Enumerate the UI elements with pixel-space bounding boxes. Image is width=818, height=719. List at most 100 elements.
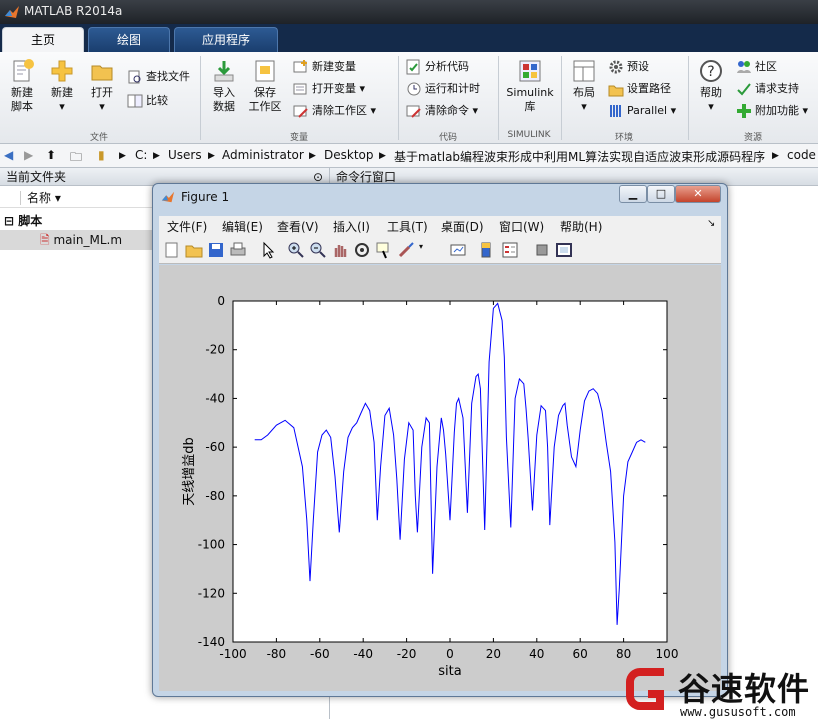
legend-icon[interactable] [501,241,519,259]
matlab-logo-icon [5,6,19,18]
compare-label: 比较 [146,94,168,107]
zoom-out-icon[interactable] [309,241,327,259]
up-folder-icon[interactable]: ⬆ [46,148,56,162]
section-file-label: 文件 [89,133,108,143]
simulink-library-button[interactable]: Simulink 库 [502,58,558,114]
minimize-button[interactable]: ▁ [619,185,647,203]
find-files-button[interactable]: 查找文件 [127,68,190,88]
maximize-button[interactable]: □ [647,185,675,203]
colorbar-icon[interactable] [477,241,495,259]
crumb-users[interactable]: Users [168,148,202,162]
brand-name: 谷速软件 [678,670,811,708]
x-tick-label: 0 [446,647,454,661]
menu-file[interactable]: 文件(F) [167,218,207,235]
clear-workspace-icon [293,105,308,118]
addons-button[interactable]: 附加功能 ▾ [736,102,808,122]
crumb-administrator[interactable]: Administrator [222,148,304,162]
run-and-time-label: 运行和计时 [425,82,480,95]
new-variable-label: 新建变量 [312,60,356,73]
collapse-icon[interactable]: ⊟ [4,214,14,228]
parallel-label: Parallel [627,104,668,117]
community-icon [737,61,751,73]
compare-button[interactable]: 比较 [127,92,168,112]
help-label: 帮助 [700,86,722,99]
y-tick-label: -20 [205,343,225,357]
crumb-project[interactable]: 基于matlab编程波束形成中利用ML算法实现自适应波束形成源码程序 [394,148,765,165]
tab-plots[interactable]: 绘图 [88,27,170,52]
simulink-label1: Simulink [506,86,554,99]
figure-canvas[interactable]: -100 -80 -60 -40 -20 0 20 40 60 80 100 0 -20 -40 -60 -8… [159,265,721,691]
parallel-button[interactable]: Parallel ▾ [608,102,676,122]
crumb-separator: ▶ [119,151,126,161]
new-figure-icon[interactable] [163,241,181,259]
request-support-button[interactable]: 请求支持 [736,80,799,100]
open-variable-button[interactable]: 打开变量 ▾ [293,80,365,100]
file-name: main_ML.m [53,233,123,247]
forward-arrow-icon[interactable]: ▶ [24,148,33,162]
crumb-separator: ▶ [772,151,779,161]
save-icon[interactable] [207,241,225,259]
menu-tools[interactable]: 工具(T) [387,218,428,235]
menu-help[interactable]: 帮助(H) [560,218,602,235]
tab-apps[interactable]: 应用程序 [174,27,278,52]
x-tick-label: 20 [486,647,501,661]
tab-home[interactable]: 主页 [2,27,84,52]
clear-commands-label: 清除命令 [425,104,469,117]
link-plot-icon[interactable] [449,241,467,259]
crumb-desktop[interactable]: Desktop [324,148,374,162]
clear-commands-button[interactable]: 清除命令 ▾ [406,102,478,122]
clear-workspace-button[interactable]: 清除工作区 ▾ [293,102,376,122]
close-button[interactable]: ✕ [675,185,721,203]
rotate-3d-icon[interactable] [353,241,371,259]
zoom-in-icon[interactable] [287,241,305,259]
import-data-button[interactable]: 导入 数据 [206,58,242,114]
y-tick-label: -40 [205,391,225,405]
crumb-separator: ▶ [208,151,215,161]
menu-view[interactable]: 查看(V) [277,218,319,235]
show-plot-tools-icon[interactable] [555,241,573,259]
svg-text:?: ? [707,64,714,80]
browse-folder-icon[interactable]: 🗀 [70,148,82,169]
folder-icon: ▮ [98,148,105,162]
data-cursor-icon[interactable] [375,241,393,259]
community-button[interactable]: 社区 [736,58,777,78]
pan-hand-icon[interactable] [331,241,349,259]
x-tick-label: -40 [353,647,373,661]
new-script-label2: 脚本 [11,100,33,113]
brush-dropdown-icon[interactable]: ▾ [419,242,423,251]
ribbon-divider [398,56,399,140]
gear-icon [609,60,623,74]
set-path-label: 设置路径 [627,82,671,95]
print-icon[interactable] [229,241,247,259]
brush-icon[interactable] [397,241,415,259]
help-button[interactable]: ? 帮助 ▾ [694,58,728,114]
set-path-button[interactable]: 设置路径 [608,80,671,100]
brand-url: www.gususoft.com [680,705,796,719]
menu-edit[interactable]: 编辑(E) [222,218,263,235]
open-button[interactable]: 打开 ▾ [84,58,120,114]
new-button[interactable]: 新建 ▾ [44,58,80,114]
menu-insert[interactable]: 插入(I) [333,218,370,235]
new-variable-button[interactable]: 新建变量 [293,58,356,78]
open-file-icon[interactable] [185,241,203,259]
crumb-code[interactable]: code [787,148,816,162]
run-and-time-button[interactable]: 运行和计时 [406,80,480,100]
layout-button[interactable]: 布局 ▾ [566,58,602,114]
back-arrow-icon[interactable]: ◀ [4,148,13,162]
figure-matlab-icon [161,190,175,207]
analyze-code-button[interactable]: 分析代码 [406,58,469,78]
menu-desktop[interactable]: 桌面(D) [441,218,484,235]
preferences-button[interactable]: 预设 [608,58,649,78]
figure-window[interactable]: Figure 1 ▁ □ ✕ 文件(F) 编辑(E) 查看(V) 插入(I) 工… [152,183,728,697]
line-chart[interactable]: -100 -80 -60 -40 -20 0 20 40 60 80 100 0 -20 -40 -60 -8… [159,265,721,691]
pointer-icon[interactable] [259,241,277,259]
hide-plot-tools-icon[interactable] [533,241,551,259]
crumb-drive[interactable]: C: [135,148,147,162]
ribbon-divider [561,56,562,140]
menu-window[interactable]: 窗口(W) [499,218,544,235]
save-workspace-button[interactable]: 保存 工作区 [245,58,285,114]
group-scripts[interactable]: ⊟ 脚本 [4,212,42,229]
new-script-button[interactable]: 新建 脚本 [4,58,40,114]
layout-icon [573,60,595,82]
dock-arrow-icon[interactable]: ↘ [707,218,715,229]
